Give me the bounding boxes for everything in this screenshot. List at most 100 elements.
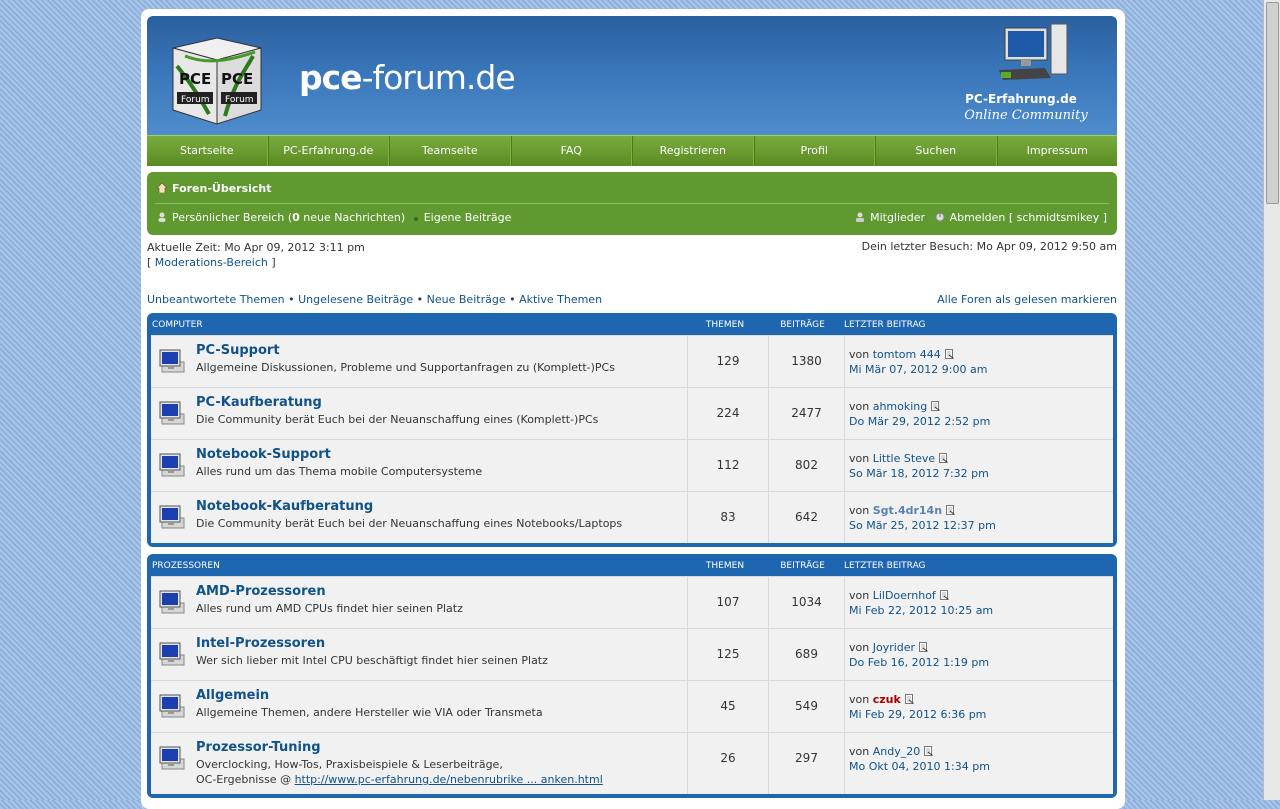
goto-last-post-icon[interactable] (939, 453, 949, 463)
forum-description-link[interactable]: http://www.pc-erfahrung.de/nebenrubrike … (295, 773, 603, 786)
nav-registrieren[interactable]: Registrieren (632, 136, 754, 166)
posts-count: 1380 (768, 336, 844, 387)
last-post-column-header: Letzter Beitrag (844, 561, 926, 571)
posts-count: 549 (768, 681, 844, 732)
category-title[interactable]: Computer (152, 320, 203, 330)
category-header: Computer Themen Beiträge Letzter Beitrag (151, 313, 1113, 335)
nav-suchen[interactable]: Suchen (875, 136, 997, 166)
moderation-area-link[interactable]: Moderations-Bereich (155, 256, 268, 269)
forum-title-link[interactable]: PC-Support (196, 343, 280, 358)
goto-last-post-icon[interactable] (904, 694, 914, 704)
scrollbar-thumb[interactable] (1266, 2, 1279, 204)
page-container: PCE PCE Forum Forum pce-forum.de PC-Erfa… (141, 9, 1125, 809)
forum-description: Allgemeine Themen, andere Hersteller wie… (196, 705, 543, 720)
last-post-user-link[interactable]: Joyrider (873, 641, 915, 654)
goto-last-post-icon[interactable] (944, 349, 954, 359)
logo-text-1: PCE (179, 70, 211, 88)
last-post-user-link[interactable]: Little Steve (873, 452, 935, 465)
goto-last-post-icon[interactable] (924, 746, 934, 756)
forum-description-text: Alles rund um AMD CPUs findet hier seine… (196, 602, 463, 615)
by-label: von (849, 504, 870, 517)
logout-link[interactable]: Abmelden [ schmidtsmikey ] (950, 211, 1107, 224)
breadcrumb: Foren-Übersicht (157, 182, 272, 195)
topics-count: 224 (687, 388, 768, 439)
forum-monitor-icon (159, 590, 185, 614)
forum-monitor-icon (159, 694, 185, 718)
topics-count: 129 (687, 336, 768, 387)
site-title[interactable]: pce-forum.de (299, 58, 516, 97)
by-label: von (849, 348, 870, 361)
forum-row: Intel-Prozessoren Wer sich lieber mit Int… (151, 628, 1113, 680)
goto-last-post-icon[interactable] (939, 590, 949, 600)
forum-title-link[interactable]: AMD-Prozessoren (196, 584, 326, 599)
pce-forum-logo[interactable]: PCE PCE Forum Forum (165, 26, 269, 130)
last-post-user-link[interactable]: Andy_20 (873, 745, 921, 758)
forum-description-text: Allgemeine Themen, andere Hersteller wie… (196, 706, 543, 719)
by-label: von (849, 693, 870, 706)
topics-column-header: Themen (705, 320, 745, 330)
forum-title-link[interactable]: Allgemein (196, 688, 269, 703)
last-post-user-link[interactable]: ahmoking (873, 400, 928, 413)
forum-title-link[interactable]: Notebook-Support (196, 447, 331, 462)
last-post-date: So Mär 18, 2012 7:32 pm (849, 467, 989, 480)
paren-close: ) (400, 211, 406, 224)
goto-last-post-icon[interactable] (946, 505, 955, 515)
last-post-user-link[interactable]: tomtom 444 (873, 348, 941, 361)
last-post: von Little Steve So Mär 18, 2012 7:32 pm (844, 440, 1113, 491)
last-post-user-link[interactable]: Sgt.4dr14n (873, 504, 942, 517)
last-post-date: Mi Feb 29, 2012 6:36 pm (849, 708, 987, 721)
posts-count: 802 (768, 440, 844, 491)
forum-title-link[interactable]: PC-Kaufberatung (196, 395, 322, 410)
last-post-user-link[interactable]: czuk (873, 693, 901, 706)
forum-description: Overclocking, How-Tos, Praxisbeispiele &… (196, 757, 603, 787)
brand-name[interactable]: PC-Erfahrung.de (951, 92, 1091, 106)
forum-description-text: Alles rund um das Thema mobile Computers… (196, 465, 483, 478)
navbar-right: Mitglieder Abmelden [ schmidtsmikey ] (855, 211, 1107, 224)
topics-count: 83 (687, 492, 768, 543)
forum-title-link[interactable]: Prozessor-Tuning (196, 740, 321, 755)
personal-area-link[interactable]: Persönlicher Bereich (172, 211, 284, 224)
bracket-open: [ (147, 256, 152, 269)
new-messages-count[interactable]: 0 (292, 211, 300, 224)
navbar-divider (155, 203, 1109, 204)
nav-profil[interactable]: Profil (753, 136, 875, 166)
logout-icon (935, 212, 945, 222)
main-nav: Startseite PC-Erfahrung.de Teamseite FAQ… (147, 135, 1117, 166)
own-posts-link[interactable]: Eigene Beiträge (424, 211, 512, 224)
goto-last-post-icon[interactable] (919, 642, 928, 652)
site-title-part-1: pce (299, 58, 363, 97)
nav-faq[interactable]: FAQ (510, 136, 632, 166)
forum-title-link[interactable]: Intel-Prozessoren (196, 636, 325, 651)
breadcrumb-forum-index[interactable]: Foren-Übersicht (172, 182, 272, 195)
logo-text-3: Forum (181, 95, 210, 105)
logo-text-2: PCE (221, 70, 253, 88)
forum-description-text: Die Community berät Euch bei der Neuansc… (196, 517, 623, 530)
forum-row: PC-Kaufberatung Die Community berät Euch … (151, 387, 1113, 439)
topics-count: 112 (687, 440, 768, 491)
members-icon (856, 212, 865, 222)
last-post-user-link[interactable]: LilDoernhof (873, 589, 936, 602)
posts-count: 297 (768, 733, 844, 794)
nav-startseite[interactable]: Startseite (147, 136, 268, 166)
category-block: Prozessoren Themen Beiträge Letzter Beitrag… (147, 554, 1117, 798)
nav-impressum[interactable]: Impressum (996, 136, 1118, 166)
forum-title-link[interactable]: Notebook-Kaufberatung (196, 499, 373, 514)
logo-text-4: Forum (225, 95, 254, 105)
forum-description-text: Overclocking, How-Tos, Praxisbeispiele &… (196, 758, 503, 771)
nav-teamseite[interactable]: Teamseite (389, 136, 511, 166)
goto-last-post-icon[interactable] (931, 401, 941, 411)
page-scrollbar[interactable] (1263, 0, 1280, 800)
new-messages-link[interactable]: neue Nachrichten (303, 211, 401, 224)
forum-description-text: Wer sich lieber mit Intel CPU beschäftig… (196, 654, 548, 667)
nav-pc-erfahrung[interactable]: PC-Erfahrung.de (267, 136, 389, 166)
category-title[interactable]: Prozessoren (152, 561, 220, 571)
forum-monitor-icon (159, 453, 185, 477)
members-link[interactable]: Mitglieder (870, 211, 925, 224)
last-post: von Sgt.4dr14n So Mär 25, 2012 12:37 pm (844, 492, 1113, 543)
posts-count: 642 (768, 492, 844, 543)
user-icon (158, 212, 166, 222)
category-block: Computer Themen Beiträge Letzter Beitrag PC-… (147, 313, 1117, 547)
posts-count: 689 (768, 629, 844, 680)
forum-row: Prozessor-Tuning Overclocking, How-Tos, P… (151, 732, 1113, 794)
by-label: von (849, 589, 870, 602)
